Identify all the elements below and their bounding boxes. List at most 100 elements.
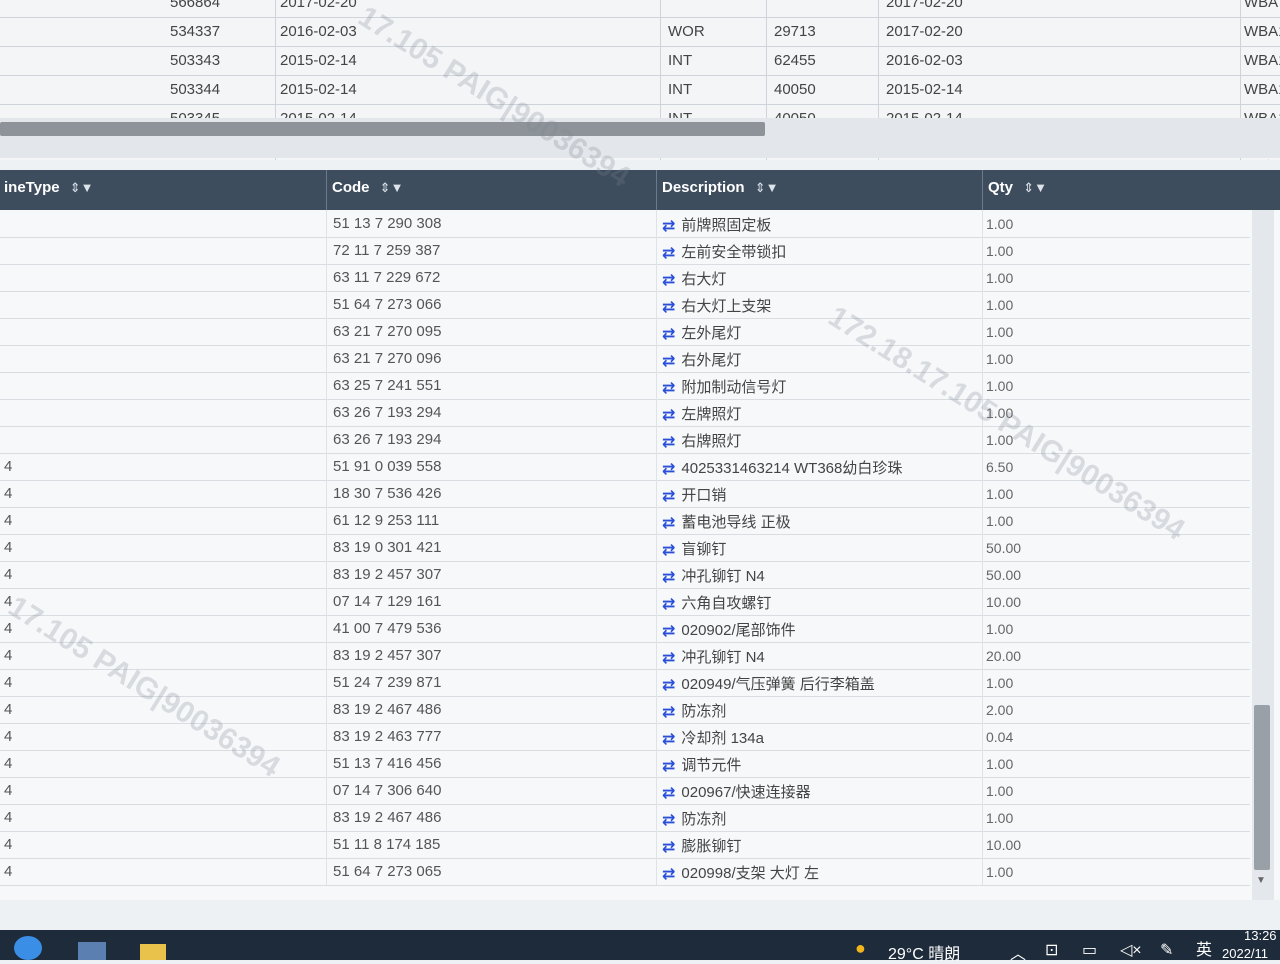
app-icon[interactable] — [78, 942, 106, 960]
scroll-right-arrow-icon[interactable]: ▶ — [1268, 158, 1276, 160]
column-header-code[interactable]: Code ⇕▼ — [328, 170, 657, 210]
ime-indicator[interactable]: 英 — [1196, 936, 1212, 960]
grid-row[interactable]: 4 07 14 7 306 640 ⇄ 020967/快速连接器 1.00 — [0, 777, 1250, 805]
swap-icon[interactable]: ⇄ — [662, 351, 675, 371]
swap-icon[interactable]: ⇄ — [662, 459, 675, 479]
swap-icon[interactable]: ⇄ — [662, 243, 675, 263]
swap-icon[interactable]: ⇄ — [662, 540, 675, 560]
grid-row[interactable]: 4 83 19 2 467 486 ⇄ 防冻剂 2.00 — [0, 696, 1250, 724]
swap-icon[interactable]: ⇄ — [662, 486, 675, 506]
scroll-down-arrow-icon[interactable]: ▼ — [1256, 875, 1266, 886]
swap-icon[interactable]: ⇄ — [662, 810, 675, 830]
top-cell-id: 566864 — [170, 0, 221, 11]
cell-description-text: 右大灯上支架 — [681, 298, 772, 315]
swap-icon[interactable]: ⇄ — [662, 702, 675, 722]
grid-row[interactable]: 4 61 12 9 253 111 ⇄ 蓄电池导线 正极 1.00 — [0, 507, 1250, 535]
grid-row[interactable]: 4 18 30 7 536 426 ⇄ 开口销 1.00 — [0, 480, 1250, 508]
sort-filter-icon[interactable]: ⇕▼ — [70, 180, 94, 195]
clock-date[interactable]: 2022/11 — [1222, 946, 1268, 961]
cell-qty: 1.00 — [986, 513, 1014, 529]
column-divider — [656, 453, 657, 480]
display-icon[interactable]: ▭ — [1082, 940, 1097, 960]
cell-description-text: 膨胀铆钉 — [681, 838, 742, 855]
top-table-row[interactable]: 503344 2015-02-14 INT 40050 2015-02-14 WBA1 — [0, 75, 1280, 105]
grid-row[interactable]: 4 83 19 2 463 777 ⇄ 冷却剂 134a 0.04 — [0, 723, 1250, 751]
grid-row[interactable]: 72 11 7 259 387 ⇄ 左前安全带锁扣 1.00 — [0, 237, 1250, 265]
grid-row[interactable]: 4 83 19 2 457 307 ⇄ 冲孔铆钉 N4 20.00 — [0, 642, 1250, 670]
grid-row[interactable]: 4 51 13 7 416 456 ⇄ 调节元件 1.00 — [0, 750, 1250, 778]
top-cell-id: 503343 — [170, 52, 221, 69]
grid-row[interactable]: 51 64 7 273 066 ⇄ 右大灯上支架 1.00 — [0, 291, 1250, 319]
grid-row[interactable]: 4 51 91 0 039 558 ⇄ 4025331463214 WT368幼白珍珠… — [0, 453, 1250, 481]
grid-row[interactable]: 4 07 14 7 129 161 ⇄ 六角自攻螺钉 10.00 — [0, 588, 1250, 616]
swap-icon[interactable]: ⇄ — [662, 432, 675, 452]
grid-row[interactable]: 63 26 7 193 294 ⇄ 左牌照灯 1.00 — [0, 399, 1250, 427]
swap-icon[interactable]: ⇄ — [662, 621, 675, 641]
sort-filter-icon[interactable]: ⇕▼ — [1023, 180, 1047, 195]
grid-vertical-scrollbar[interactable]: ▼ — [1252, 210, 1274, 900]
column-header-qty[interactable]: Qty ⇕▼ — [984, 170, 1280, 210]
grid-row[interactable]: 4 51 11 8 174 185 ⇄ 膨胀铆钉 10.00 — [0, 831, 1250, 859]
cell-description: ⇄ 开口销 — [662, 484, 726, 505]
swap-icon[interactable]: ⇄ — [662, 216, 675, 236]
swap-icon[interactable]: ⇄ — [662, 297, 675, 317]
column-header-line-type[interactable]: ineType ⇕▼ — [0, 170, 327, 210]
top-table-row[interactable]: 566864 2017-02-20 2017-02-20 WBA — [0, 0, 1280, 18]
top-table-row[interactable]: 534337 2016-02-03 WOR 29713 2017-02-20 WBA1 — [0, 17, 1280, 47]
swap-icon[interactable]: ⇄ — [662, 837, 675, 857]
cell-description: ⇄ 前牌照固定板 — [662, 214, 771, 235]
top-scrollbar-thumb[interactable] — [0, 122, 765, 136]
swap-icon[interactable]: ⇄ — [662, 270, 675, 290]
top-cell-vin: WBA1 — [1244, 23, 1280, 40]
column-divider — [878, 0, 879, 17]
swap-icon[interactable]: ⇄ — [662, 783, 675, 803]
clock-time[interactable]: 13:26 — [1244, 928, 1277, 943]
column-divider — [982, 345, 983, 372]
grid-row[interactable]: 63 21 7 270 096 ⇄ 右外尾灯 1.00 — [0, 345, 1250, 373]
pen-icon[interactable]: ✎ — [1160, 940, 1173, 960]
sort-filter-icon[interactable]: ⇕▼ — [755, 180, 779, 195]
column-divider — [275, 0, 276, 17]
grid-row[interactable]: 4 51 64 7 273 065 ⇄ 020998/支架 大灯 左 1.00 — [0, 858, 1250, 886]
sort-filter-icon[interactable]: ⇕▼ — [380, 180, 404, 195]
cell-line-type: 4 — [4, 836, 13, 853]
grid-row[interactable]: 4 83 19 2 457 307 ⇄ 冲孔铆钉 N4 50.00 — [0, 561, 1250, 589]
cell-line-type: 4 — [4, 809, 13, 826]
top-horizontal-scrollbar[interactable]: ▶ — [0, 118, 1280, 160]
start-icon[interactable] — [14, 936, 42, 960]
column-divider — [656, 642, 657, 669]
network-icon[interactable]: ⊡ — [1045, 940, 1058, 960]
top-table-row[interactable]: 503343 2015-02-14 INT 62455 2016-02-03 WBA1 — [0, 46, 1280, 76]
swap-icon[interactable]: ⇄ — [662, 405, 675, 425]
swap-icon[interactable]: ⇄ — [662, 729, 675, 749]
swap-icon[interactable]: ⇄ — [662, 567, 675, 587]
grid-row[interactable]: 4 83 19 0 301 421 ⇄ 盲铆钉 50.00 — [0, 534, 1250, 562]
grid-row[interactable]: 63 11 7 229 672 ⇄ 右大灯 1.00 — [0, 264, 1250, 292]
grid-row[interactable]: 4 41 00 7 479 536 ⇄ 020902/尾部饰件 1.00 — [0, 615, 1250, 643]
cell-description: ⇄ 冲孔铆钉 N4 — [662, 565, 765, 586]
folder-icon[interactable] — [140, 944, 166, 960]
swap-icon[interactable]: ⇄ — [662, 324, 675, 344]
weather-text[interactable]: 29°C 晴朗 — [888, 940, 960, 964]
grid-scrollbar-thumb[interactable] — [1254, 705, 1270, 870]
cell-description: ⇄ 020949/气压弹簧 后行李箱盖 — [662, 673, 875, 694]
volume-icon[interactable]: ◁× — [1120, 940, 1142, 960]
swap-icon[interactable]: ⇄ — [662, 756, 675, 776]
grid-row[interactable]: 4 51 24 7 239 871 ⇄ 020949/气压弹簧 后行李箱盖 1.00 — [0, 669, 1250, 697]
grid-row[interactable]: 63 26 7 193 294 ⇄ 右牌照灯 1.00 — [0, 426, 1250, 454]
swap-icon[interactable]: ⇄ — [662, 675, 675, 695]
column-divider — [326, 777, 327, 804]
grid-row[interactable]: 51 13 7 290 308 ⇄ 前牌照固定板 1.00 — [0, 210, 1250, 238]
grid-row[interactable]: 4 83 19 2 467 486 ⇄ 防冻剂 1.00 — [0, 804, 1250, 832]
column-divider — [326, 615, 327, 642]
column-divider — [656, 804, 657, 831]
grid-row[interactable]: 63 21 7 270 095 ⇄ 左外尾灯 1.00 — [0, 318, 1250, 346]
swap-icon[interactable]: ⇄ — [662, 513, 675, 533]
swap-icon[interactable]: ⇄ — [662, 378, 675, 398]
swap-icon[interactable]: ⇄ — [662, 648, 675, 668]
swap-icon[interactable]: ⇄ — [662, 864, 675, 884]
grid-row[interactable]: 63 25 7 241 551 ⇄ 附加制动信号灯 1.00 — [0, 372, 1250, 400]
swap-icon[interactable]: ⇄ — [662, 594, 675, 614]
chevron-up-icon[interactable]: ︿ — [1010, 940, 1026, 964]
column-header-description[interactable]: Description ⇕▼ — [658, 170, 983, 210]
